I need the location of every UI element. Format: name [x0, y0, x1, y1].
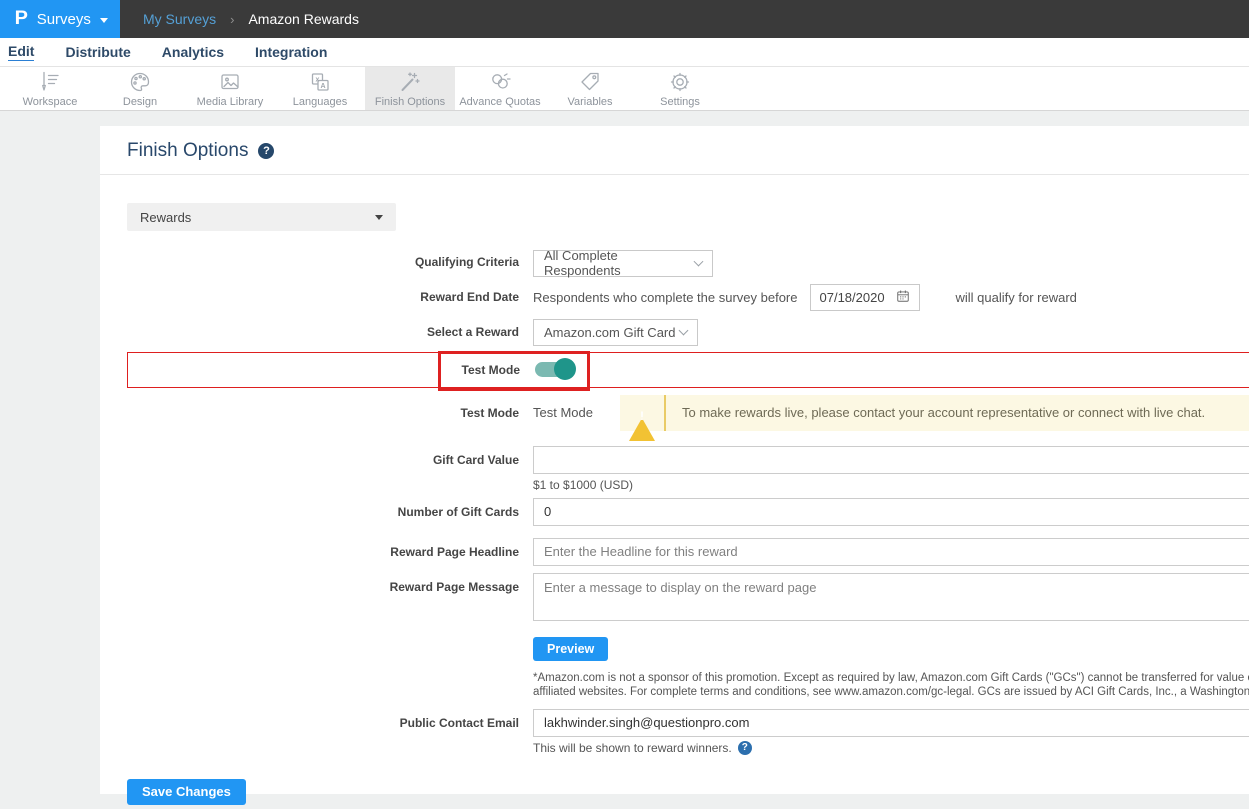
- category-selected-value: Rewards: [140, 210, 191, 225]
- gift-card-value-label: Gift Card Value: [127, 453, 519, 467]
- image-icon: [218, 70, 242, 94]
- product-name: Surveys: [37, 11, 91, 28]
- workspace-icon: [38, 70, 62, 94]
- breadcrumb-current-survey: Amazon Rewards: [248, 11, 359, 27]
- nav-tab-integration[interactable]: Integration: [255, 44, 327, 61]
- toolbar-item-media-library[interactable]: Media Library: [185, 67, 275, 110]
- toolbar-item-advance-quotas[interactable]: Advance Quotas: [455, 67, 545, 110]
- tag-icon: [578, 70, 602, 94]
- translate-icon: xA: [308, 70, 332, 94]
- finish-option-category-dropdown[interactable]: Rewards: [127, 203, 396, 231]
- test-mode-status-value: Test Mode: [533, 405, 620, 420]
- toolbar-item-finish-options[interactable]: Finish Options: [365, 67, 455, 110]
- qualifying-criteria-select[interactable]: All Complete Respondents: [533, 250, 713, 277]
- toolbar-item-settings[interactable]: Settings: [635, 67, 725, 110]
- row-reward-page-message: Reward Page Message: [127, 573, 1249, 626]
- row-reward-end-date: Reward End Date Respondents who complete…: [127, 284, 1249, 311]
- magic-wand-icon: [398, 70, 422, 94]
- test-mode-toggle-label: Test Mode: [128, 363, 520, 377]
- title-divider: [100, 174, 1249, 175]
- gear-icon: [668, 70, 692, 94]
- select-reward-label: Select a Reward: [127, 325, 519, 339]
- help-icon[interactable]: ?: [258, 143, 274, 159]
- edit-toolbar: Workspace Design Media Library xA Langua…: [0, 67, 1249, 111]
- reward-page-headline-input[interactable]: [533, 538, 1249, 566]
- public-contact-email-label: Public Contact Email: [127, 716, 519, 730]
- reward-end-date-suffix: will qualify for reward: [956, 290, 1077, 305]
- svg-text:x: x: [316, 76, 320, 83]
- row-test-mode-toggle: Test Mode: [127, 352, 1249, 388]
- number-of-gift-cards-input[interactable]: [533, 498, 1249, 526]
- disclaimer-line-2: affiliated websites. For complete terms …: [533, 685, 1249, 699]
- warning-banner: ! To make rewards live, please contact y…: [620, 395, 1249, 431]
- toolbar-item-design[interactable]: Design: [95, 67, 185, 110]
- calendar-icon[interactable]: [896, 289, 910, 306]
- breadcrumb-separator: ›: [230, 12, 234, 27]
- chevron-down-icon: [100, 18, 108, 23]
- gift-card-value-hint: $1 to $1000 (USD): [533, 478, 1249, 492]
- row-number-of-gift-cards: Number of Gift Cards: [127, 498, 1249, 526]
- public-contact-email-hint: This will be shown to reward winners. ?: [533, 741, 1249, 755]
- questionpro-logo: P: [15, 8, 28, 30]
- page-title: Finish Options: [127, 140, 248, 162]
- breadcrumb-my-surveys[interactable]: My Surveys: [143, 11, 216, 27]
- save-changes-button[interactable]: Save Changes: [127, 779, 246, 805]
- row-qualifying-criteria: Qualifying Criteria All Complete Respond…: [127, 247, 1249, 277]
- svg-text:A: A: [320, 83, 325, 90]
- reward-end-date-label: Reward End Date: [127, 290, 519, 304]
- reward-page-message-textarea[interactable]: [533, 573, 1249, 621]
- primary-nav: Edit Distribute Analytics Integration: [0, 38, 1249, 67]
- surveys-app-menu[interactable]: P Surveys: [0, 0, 120, 38]
- number-of-gift-cards-label: Number of Gift Cards: [127, 505, 519, 519]
- toolbar-item-variables[interactable]: Variables: [545, 67, 635, 110]
- preview-button[interactable]: Preview: [533, 637, 608, 661]
- public-contact-email-input[interactable]: [533, 709, 1249, 737]
- breadcrumb: My Surveys › Amazon Rewards: [143, 11, 359, 27]
- nav-tab-analytics[interactable]: Analytics: [162, 44, 224, 61]
- amazon-disclaimer: *Amazon.com is not a sponsor of this pro…: [533, 671, 1249, 699]
- row-test-mode-status: Test Mode Test Mode ! To make rewards li…: [127, 395, 1249, 431]
- disclaimer-line-1: *Amazon.com is not a sponsor of this pro…: [533, 671, 1249, 685]
- help-icon[interactable]: ?: [738, 741, 752, 755]
- warning-triangle-icon: !: [629, 401, 655, 424]
- warning-text: To make rewards live, please contact you…: [666, 405, 1221, 420]
- row-public-contact-email: Public Contact Email: [127, 709, 1249, 737]
- gift-card-value-input[interactable]: [533, 446, 1249, 474]
- chevron-down-icon: [694, 256, 704, 266]
- chevron-down-icon: [375, 215, 383, 220]
- test-mode-status-label: Test Mode: [127, 406, 519, 420]
- toolbar-item-workspace[interactable]: Workspace: [5, 67, 95, 110]
- toggle-knob: [554, 358, 576, 380]
- row-select-reward: Select a Reward Amazon.com Gift Card: [127, 319, 1249, 346]
- palette-icon: [128, 70, 152, 94]
- toolbar-item-languages[interactable]: xA Languages: [275, 67, 365, 110]
- test-mode-toggle[interactable]: [535, 362, 573, 377]
- top-header-bar: P Surveys My Surveys › Amazon Rewards: [0, 0, 1249, 38]
- select-reward-select[interactable]: Amazon.com Gift Card: [533, 319, 698, 346]
- row-gift-card-value: Gift Card Value: [127, 446, 1249, 474]
- reward-end-date-input[interactable]: 07/18/2020: [810, 284, 920, 311]
- page-background: Finish Options ? Rewards Qualifying Crit…: [0, 126, 1249, 809]
- chevron-down-icon: [679, 325, 689, 335]
- nav-tab-edit[interactable]: Edit: [8, 43, 34, 61]
- row-reward-page-headline: Reward Page Headline: [127, 538, 1249, 566]
- reward-end-date-prefix: Respondents who complete the survey befo…: [533, 290, 798, 305]
- reward-page-message-label: Reward Page Message: [127, 580, 519, 594]
- nav-tab-distribute[interactable]: Distribute: [65, 44, 130, 61]
- reward-page-headline-label: Reward Page Headline: [127, 545, 519, 559]
- finish-options-panel: Finish Options ? Rewards Qualifying Crit…: [100, 126, 1249, 794]
- links-icon: [488, 70, 512, 94]
- qualifying-criteria-label: Qualifying Criteria: [127, 255, 519, 269]
